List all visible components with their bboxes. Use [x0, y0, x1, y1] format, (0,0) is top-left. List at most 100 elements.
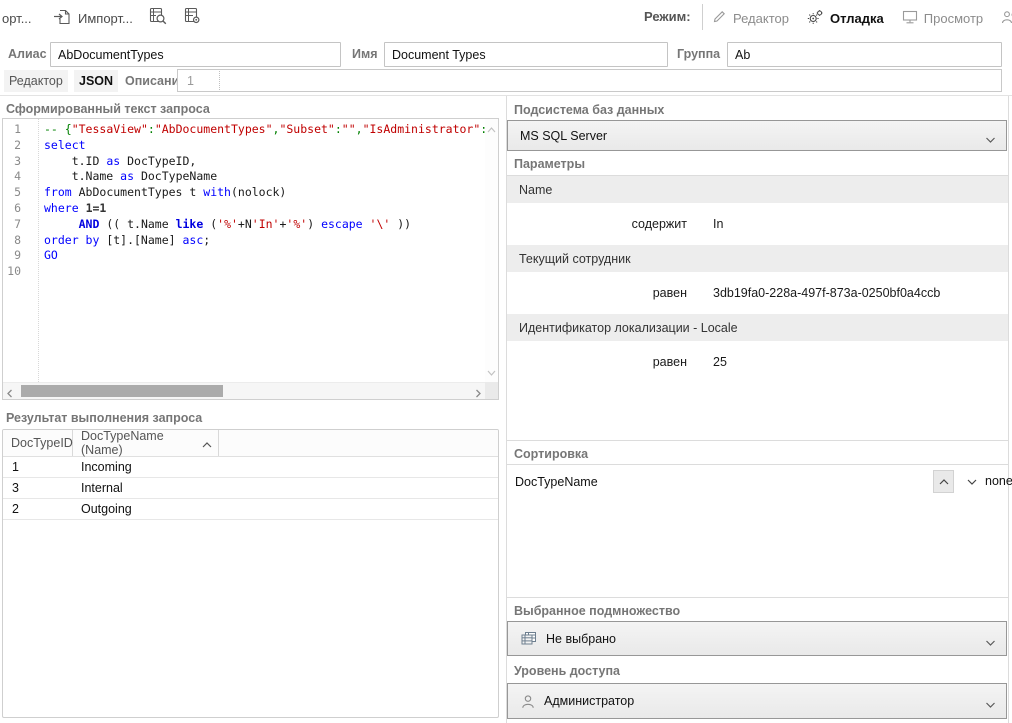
column-header-doctypename[interactable]: DocTypeName (Name) — [73, 430, 219, 456]
database-subsystem-dropdown[interactable]: MS SQL Server — [507, 120, 1007, 151]
result-table-body: 1Incoming3Internal2Outgoing — [3, 457, 498, 520]
database-subsystem-label: Подсистема баз данных — [514, 103, 664, 117]
line-number: 5 — [3, 185, 21, 201]
parameter-operator: равен — [507, 355, 687, 369]
sql-editor[interactable]: 12345678910 -- {"TessaView":"AbDocumentT… — [2, 118, 499, 400]
line-number: 1 — [3, 122, 21, 138]
horizontal-scrollbar[interactable] — [3, 382, 485, 399]
sort-descending-button[interactable] — [961, 470, 982, 493]
code-line: from AbDocumentTypes t with(nolock) — [44, 185, 485, 201]
parameter-row: содержит In — [507, 203, 1008, 245]
chevron-up-icon — [202, 437, 212, 451]
code-line: select — [44, 138, 485, 154]
scroll-left-icon[interactable] — [6, 387, 14, 401]
chevron-down-icon — [985, 636, 996, 650]
mode-switcher: Редактор Отладка Просмотр Роли — [712, 5, 1012, 31]
export-button-label: орт... — [2, 11, 32, 26]
view-editor-window: орт... Импорт... Режим: Редактор Отладка П… — [0, 0, 1012, 723]
column-label: DocTypeName (Name) — [81, 429, 194, 457]
parameters-list: NameсодержитInТекущий сотрудникравен3db1… — [507, 175, 1008, 441]
mode-button-label: Просмотр — [924, 11, 983, 26]
sorting-field: DocTypeName — [515, 475, 598, 489]
sorting-row: DocTypeName none — [507, 468, 1008, 495]
result-table: DocTypeID DocTypeName (Name) 1Incoming3I… — [2, 429, 499, 718]
column-header-doctypeid[interactable]: DocTypeID — [3, 430, 73, 456]
parameter-operator: содержит — [507, 217, 687, 231]
query-title: Сформированный текст запроса — [6, 102, 210, 116]
scroll-up-icon[interactable] — [487, 122, 496, 136]
sql-code[interactable]: -- {"TessaView":"AbDocumentTypes","Subse… — [41, 119, 485, 382]
scrollbar-corner — [485, 382, 498, 399]
group-input[interactable]: Ab — [727, 42, 1002, 67]
parameter-value: 25 — [713, 355, 727, 369]
description-value: 1 — [187, 74, 194, 88]
scroll-right-icon[interactable] — [474, 387, 482, 401]
parameter-row: равен3db19fa0-228a-497f-873a-0250bf0a4cc… — [507, 272, 1008, 314]
tab-json[interactable]: JSON — [74, 70, 118, 92]
mode-button-monitor[interactable]: Просмотр — [902, 10, 983, 27]
code-line: order by [t].[Name] asc; — [44, 233, 485, 249]
toolbar-divider — [702, 4, 703, 30]
cell-doctypename: Internal — [73, 481, 123, 495]
selected-subset-label: Выбранное подмножество — [514, 604, 680, 618]
code-line — [44, 264, 485, 280]
chevron-down-icon — [985, 698, 996, 712]
result-table-header: DocTypeID DocTypeName (Name) — [3, 430, 498, 457]
tab-editor[interactable]: Редактор — [4, 70, 68, 92]
mode-label: Режим: — [644, 9, 691, 24]
access-level-dropdown[interactable]: Администратор — [507, 683, 1007, 719]
cell-doctypename: Outgoing — [73, 502, 132, 516]
test-query-button[interactable] — [148, 5, 169, 31]
cell-doctypeid: 3 — [3, 481, 73, 495]
description-input[interactable]: 1 — [177, 69, 1002, 92]
mode-button-pencil[interactable]: Редактор — [712, 9, 789, 27]
result-title: Результат выполнения запроса — [6, 411, 202, 425]
sorting-label: Сортировка — [514, 447, 588, 461]
name-input[interactable]: Document Types — [384, 42, 668, 67]
alias-label: Алиас — [8, 47, 47, 61]
parameter-group-header: Идентификатор локализации - Locale — [507, 314, 1008, 341]
line-number: 9 — [3, 248, 21, 264]
code-line: AND (( t.Name like ('%'+N'In'+'%') escap… — [44, 217, 485, 233]
code-line: t.Name as DocTypeName — [44, 169, 485, 185]
access-level-label: Уровень доступа — [514, 664, 620, 678]
code-line: GO — [44, 248, 485, 264]
cell-doctypename: Incoming — [73, 460, 132, 474]
selected-subset-dropdown[interactable]: Не выбрано — [507, 621, 1007, 656]
scroll-down-icon[interactable] — [487, 365, 496, 379]
mode-button-gears[interactable]: Отладка — [807, 9, 884, 28]
import-button-label: Импорт... — [78, 11, 133, 26]
table-row[interactable]: 2Outgoing — [3, 499, 498, 520]
mode-button-label: Отладка — [830, 11, 884, 26]
code-line: where 1=1 — [44, 201, 485, 217]
export-button[interactable]: орт... — [2, 5, 32, 31]
roles-icon — [1001, 10, 1012, 27]
sort-ascending-button[interactable] — [933, 470, 954, 493]
alias-input[interactable]: AbDocumentTypes — [50, 42, 341, 67]
code-line: -- {"TessaView":"AbDocumentTypes","Subse… — [44, 122, 485, 138]
parameters-label: Параметры — [514, 157, 585, 171]
person-icon — [520, 694, 536, 709]
table-row[interactable]: 1Incoming — [3, 457, 498, 478]
parameter-group-header: Name — [507, 176, 1008, 203]
subset-table-icon — [520, 631, 538, 646]
sorting-direction-value: none — [985, 474, 1012, 488]
group-label: Группа — [677, 47, 720, 61]
table-row[interactable]: 3Internal — [3, 478, 498, 499]
import-icon — [52, 8, 72, 29]
selected-subset-value: Не выбрано — [546, 632, 616, 646]
database-gear-icon — [183, 7, 204, 29]
mode-button-roles[interactable]: Роли — [1001, 10, 1012, 27]
vertical-scrollbar[interactable] — [485, 119, 498, 382]
scrollbar-thumb[interactable] — [21, 385, 223, 397]
parameter-value: In — [713, 217, 723, 231]
sorting-panel: DocTypeName none — [507, 464, 1008, 598]
query-settings-button[interactable] — [183, 5, 204, 31]
name-label: Имя — [352, 47, 378, 61]
cell-doctypeid: 2 — [3, 502, 73, 516]
monitor-icon — [902, 10, 918, 27]
line-number: 7 — [3, 217, 21, 233]
splitter-handle[interactable] — [219, 71, 220, 90]
import-button[interactable]: Импорт... — [52, 5, 133, 31]
toolbar: орт... Импорт... Режим: Редактор Отладка П… — [0, 0, 1012, 36]
